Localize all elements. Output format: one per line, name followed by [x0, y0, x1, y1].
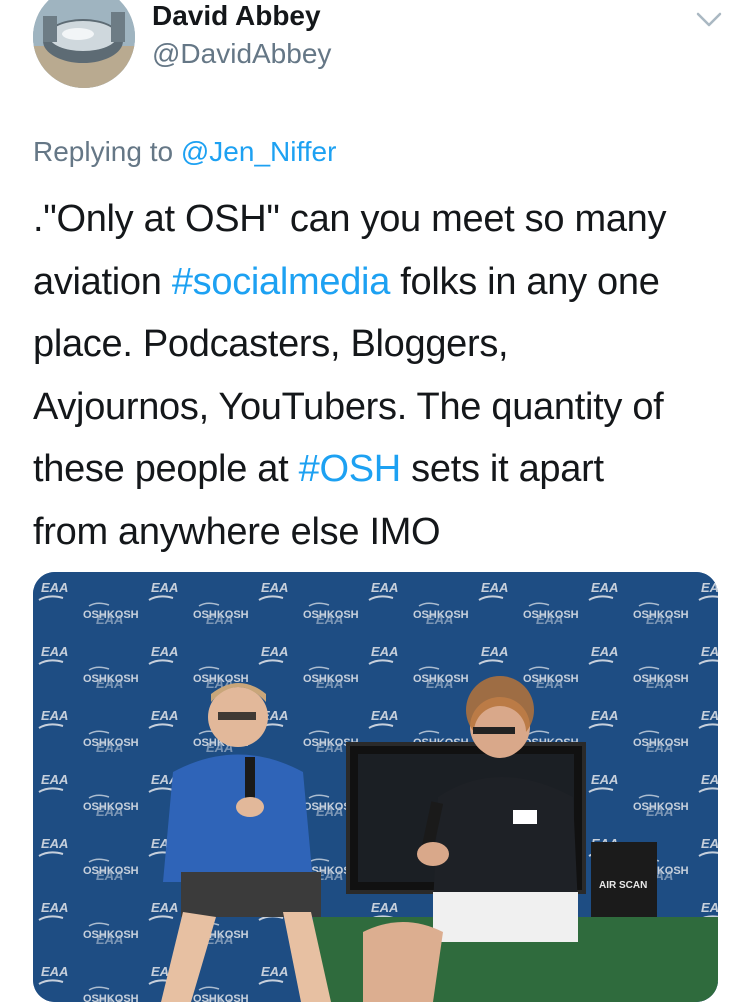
author-handle[interactable]: @DavidAbbey	[152, 38, 331, 70]
hashtag-link[interactable]: #OSH	[299, 448, 402, 490]
tweet-text-segment: aviation	[33, 260, 172, 303]
tweet-text-segment: these people at	[33, 448, 299, 490]
tweet-line: ."Only at OSH" can you meet so many	[33, 198, 667, 240]
tweet-photo[interactable]: EAA OSHKOSH EAA AIR SCAN	[33, 572, 718, 1002]
tweet-text-segment: sets it apart	[400, 448, 604, 490]
tweet-line: place. Podcasters, Bloggers,	[33, 323, 509, 365]
tweet-line: from anywhere else IMO	[33, 510, 441, 553]
author-name[interactable]: David Abbey	[152, 0, 321, 32]
hashtag-link[interactable]: #socialmedia	[172, 261, 390, 303]
tweet-text: ."Only at OSH" can you meet so many avia…	[33, 188, 723, 563]
avatar[interactable]	[33, 0, 135, 88]
tweet-line: aviation #socialmedia folks in any one	[33, 251, 723, 314]
tweet-line: these people at #OSH sets it apart	[33, 438, 723, 501]
tweet-text-segment: folks in any one	[390, 260, 660, 303]
sign-text: AIR SCAN	[599, 880, 647, 891]
chevron-down-icon[interactable]	[694, 10, 724, 30]
tweet-line: Avjournos, YouTubers. The quantity of	[33, 385, 664, 428]
reply-mention-link[interactable]: @Jen_Niffer	[181, 136, 337, 167]
photo-illustration: EAA OSHKOSH EAA AIR SCAN	[33, 572, 718, 1002]
avatar-image	[33, 0, 135, 88]
replying-to: Replying to @Jen_Niffer	[33, 136, 336, 168]
replying-prefix: Replying to	[33, 136, 174, 167]
